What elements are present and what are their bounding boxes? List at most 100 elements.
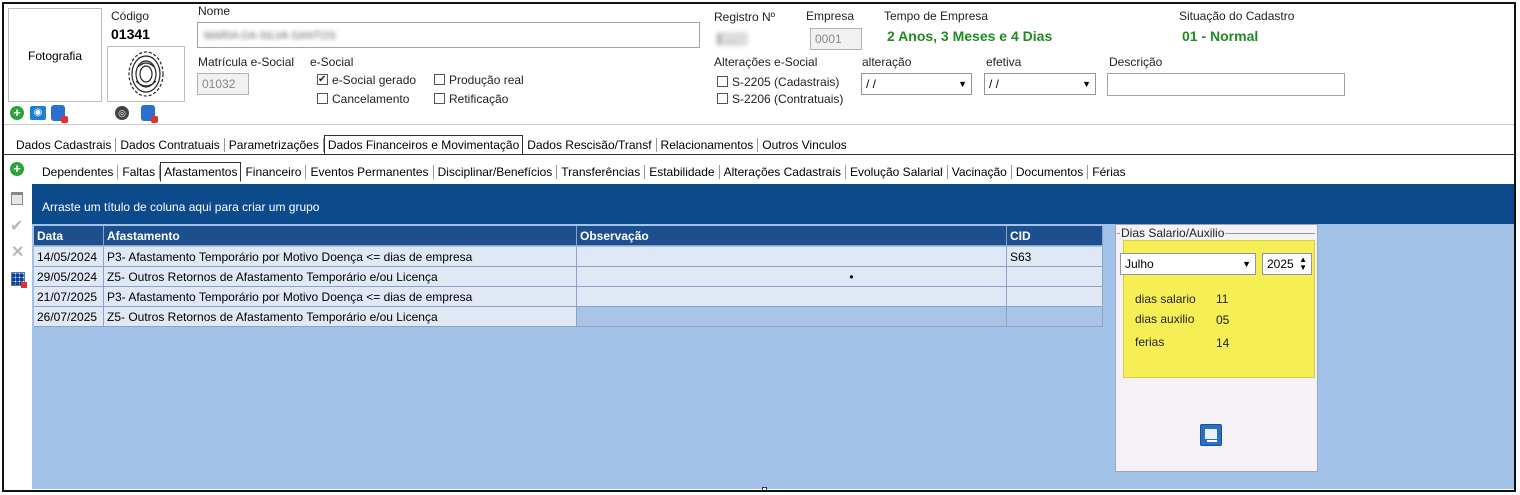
efetiva-date-picker[interactable]: / / ▼: [984, 73, 1096, 95]
cancelamento-checkbox[interactable]: Cancelamento: [317, 92, 409, 106]
app-window: Fotografia + ◉ Código 01341 ◎ Nome MARIA…: [2, 2, 1516, 492]
group-hint: Arraste um título de coluna aqui para cr…: [42, 200, 320, 214]
cell-cid[interactable]: [1007, 307, 1103, 327]
efetiva-label: efetiva: [986, 55, 1022, 69]
cell-observacao[interactable]: [577, 307, 1007, 327]
tab-ferias[interactable]: Férias: [1088, 165, 1129, 179]
fingerprint-box[interactable]: [107, 46, 185, 102]
alteracoes-label: Alterações e-Social: [714, 55, 818, 69]
registro-label: Registro Nº: [714, 10, 776, 24]
tab-dados-financeiros[interactable]: Dados Financeiros e Movimentação: [323, 135, 524, 155]
tab-alteracoes-cadastrais[interactable]: Alterações Cadastrais: [720, 165, 846, 179]
tab-dados-rescisao[interactable]: Dados Rescisão/Transf: [523, 138, 657, 152]
tabs-baseline: [4, 154, 1514, 155]
tempo-value: 2 Anos, 3 Meses e 4 Dias: [887, 28, 1053, 44]
empresa-label: Empresa: [806, 9, 855, 23]
chevron-down-icon: ▼: [958, 79, 967, 89]
tab-parametrizacoes[interactable]: Parametrizações: [225, 138, 324, 152]
cell-afastamento[interactable]: Z5- Outros Retornos de Afastamento Tempo…: [104, 307, 577, 327]
matricula-field[interactable]: 01032: [197, 73, 249, 95]
nome-label: Nome: [198, 4, 231, 18]
cell-afastamento[interactable]: P3- Afastamento Temporário por Motivo Do…: [104, 247, 577, 267]
tab-dados-contratuais[interactable]: Dados Contratuais: [116, 138, 225, 152]
main-tabs: Dados Cadastrais Dados Contratuais Param…: [12, 135, 851, 155]
fingerprint-icon-button[interactable]: ◎: [115, 106, 129, 120]
sub-tabs: Dependentes Faltas Afastamentos Financei…: [38, 162, 1130, 182]
cell-cid[interactable]: [1007, 267, 1103, 287]
s2206-checkbox[interactable]: S-2206 (Contratuais): [717, 92, 843, 106]
grid-settings-icon[interactable]: [11, 272, 27, 288]
delete-fingerprint-icon[interactable]: [141, 105, 158, 123]
spinner-icon[interactable]: ▲ ▼: [1299, 256, 1307, 272]
tab-dados-cadastrais[interactable]: Dados Cadastrais: [12, 138, 117, 152]
tab-disciplinar[interactable]: Disciplinar/Benefícios: [434, 165, 558, 179]
cell-observacao[interactable]: •: [577, 267, 1007, 287]
producao-real-checkbox[interactable]: Produção real: [434, 73, 524, 87]
cell-observacao[interactable]: [577, 247, 1007, 267]
cell-data[interactable]: 26/07/2025: [34, 307, 104, 327]
nome-value: MARIA DA SILVA SANTOS: [204, 30, 337, 42]
column-header-data[interactable]: Data: [34, 226, 104, 246]
delete-photo-icon[interactable]: [51, 105, 68, 123]
alteracao-label: alteração: [862, 55, 912, 69]
alteracao-date-picker[interactable]: / / ▼: [861, 73, 972, 95]
tab-evolucao-salarial[interactable]: Evolução Salarial: [846, 165, 948, 179]
close-icon[interactable]: ✕: [11, 242, 24, 262]
descricao-field[interactable]: [1107, 73, 1345, 96]
tab-dependentes[interactable]: Dependentes: [38, 165, 119, 179]
cell-data[interactable]: 29/05/2024: [34, 267, 104, 287]
esocial-label: e-Social: [310, 55, 354, 69]
dias-salario-label: dias salario: [1135, 292, 1196, 306]
tab-faltas[interactable]: Faltas: [118, 165, 161, 179]
calculator-icon[interactable]: [1200, 424, 1222, 446]
column-header-cid[interactable]: CID: [1007, 226, 1103, 246]
panel-title: Dias Salario/Auxilio: [1120, 226, 1226, 240]
group-panel[interactable]: Arraste um título de coluna aqui para cr…: [32, 184, 1514, 224]
cell-cid[interactable]: S63: [1007, 247, 1103, 267]
camera-icon[interactable]: ◉: [30, 106, 46, 120]
empresa-field[interactable]: 0001: [810, 28, 862, 50]
ferias-value: 14: [1216, 336, 1230, 350]
trash-icon[interactable]: [11, 192, 23, 205]
situacao-value: 01 - Normal: [1182, 28, 1259, 44]
tab-estabilidade[interactable]: Estabilidade: [645, 165, 720, 179]
tab-relacionamentos[interactable]: Relacionamentos: [657, 138, 759, 152]
chevron-down-icon: ▼: [1242, 259, 1251, 269]
s2205-checkbox[interactable]: S-2205 (Cadastrais): [717, 75, 839, 89]
tab-financeiro[interactable]: Financeiro: [241, 165, 307, 179]
tab-afastamentos[interactable]: Afastamentos: [160, 162, 242, 182]
cell-afastamento[interactable]: P3- Afastamento Temporário por Motivo Do…: [104, 287, 577, 307]
cell-data[interactable]: 14/05/2024: [34, 247, 104, 267]
nome-field[interactable]: MARIA DA SILVA SANTOS: [197, 22, 700, 48]
retificacao-checkbox[interactable]: Retificação: [434, 92, 508, 106]
column-header-observacao[interactable]: Observação: [577, 226, 1007, 246]
column-header-afastamento[interactable]: Afastamento: [104, 226, 577, 246]
codigo-value: 01341: [111, 26, 150, 42]
check-icon[interactable]: ✔: [10, 216, 23, 236]
photo-label: Fotografia: [27, 49, 83, 63]
month-value: Julho: [1125, 257, 1154, 271]
esocial-gerado-checkbox[interactable]: e-Social gerado: [317, 73, 416, 87]
situacao-label: Situação do Cadastro: [1179, 9, 1295, 23]
add-photo-icon[interactable]: +: [10, 106, 24, 120]
alteracao-value: / /: [866, 77, 877, 91]
month-select[interactable]: Julho ▼: [1120, 253, 1256, 275]
tab-vacinacao[interactable]: Vacinação: [948, 165, 1012, 179]
registro-value: 1 ...: [716, 32, 748, 46]
add-record-icon[interactable]: +: [10, 162, 24, 176]
cell-data[interactable]: 21/07/2025: [34, 287, 104, 307]
tab-eventos-permanentes[interactable]: Eventos Permanentes: [306, 165, 434, 179]
matricula-label: Matrícula e-Social: [198, 55, 295, 69]
photo-box[interactable]: Fotografia: [8, 8, 102, 102]
tab-transferencias[interactable]: Transferências: [557, 165, 646, 179]
cell-cid[interactable]: [1007, 287, 1103, 307]
cell-observacao[interactable]: [577, 287, 1007, 307]
resize-handle[interactable]: [762, 487, 767, 490]
tab-outros-vinculos[interactable]: Outros Vinculos: [758, 138, 851, 152]
tab-documentos[interactable]: Documentos: [1012, 165, 1089, 179]
header-divider: [4, 124, 1514, 125]
year-spinner[interactable]: 2025 ▲ ▼: [1262, 253, 1312, 275]
fingerprint-icon: [128, 51, 164, 97]
cell-afastamento[interactable]: Z5- Outros Retornos de Afastamento Tempo…: [104, 267, 577, 287]
year-value: 2025: [1267, 257, 1294, 271]
